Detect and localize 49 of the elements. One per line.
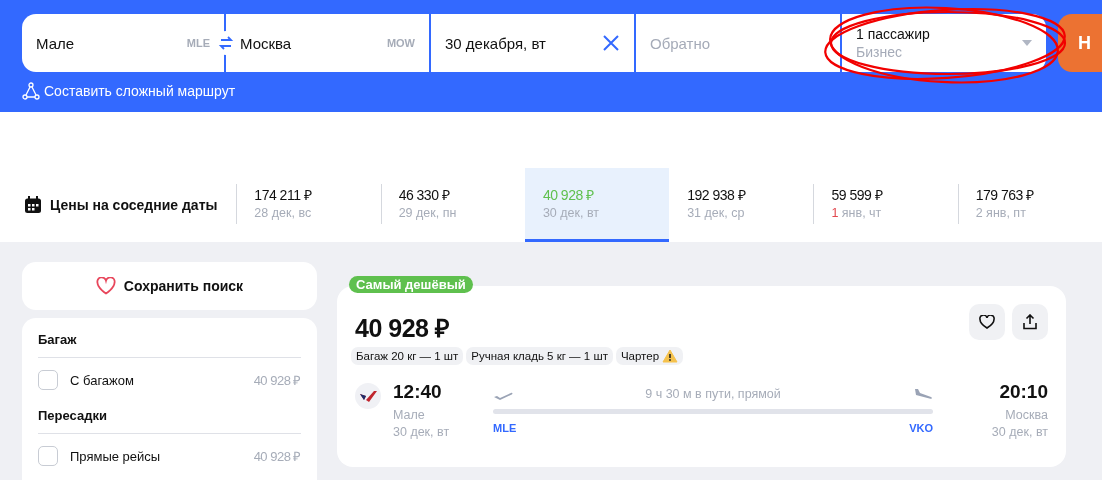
flight-time: 20:10 <box>999 381 1048 403</box>
airport-code: VKO <box>909 422 933 434</box>
flight-date: 30 дек, вт <box>393 424 451 441</box>
share-button[interactable] <box>1012 304 1048 340</box>
airport-code: MLE <box>493 422 517 434</box>
checkbox[interactable] <box>38 370 58 390</box>
save-search-button[interactable]: Сохранить поиск <box>22 262 317 310</box>
clear-icon <box>602 34 620 52</box>
ticket-tag: Багаж 20 кг — 1 шт <box>351 347 464 365</box>
date-price-tab[interactable]: 174 211 ₽ 28 дек, вс <box>236 168 381 242</box>
passengers-dropdown[interactable]: 1 пассажир Бизнес <box>842 14 1046 72</box>
date-price-tab[interactable]: 179 763 ₽ 2 янв, пт <box>957 168 1102 242</box>
calendar-icon <box>24 196 42 214</box>
favorite-button[interactable] <box>969 304 1005 340</box>
ticket-tag: Чартер <box>615 347 684 365</box>
flight-duration: 9 ч 30 м в пути, прямой <box>645 387 781 401</box>
destination-field[interactable]: Москва MOW <box>226 14 431 72</box>
filter-option[interactable]: С багажом 40 928 ₽ <box>38 370 301 390</box>
ticket-price: 40 928 ₽ <box>355 313 450 344</box>
origin-field[interactable]: Мале MLE <box>22 14 226 72</box>
date-input[interactable]: 30 декабря, вт <box>445 14 602 72</box>
checkbox[interactable] <box>38 446 58 466</box>
filter-heading: Багаж <box>38 332 301 358</box>
heart-icon <box>979 315 995 329</box>
date-price-tab[interactable]: 192 938 ₽ 31 дек, ср <box>669 168 814 242</box>
filter-option[interactable]: Прямые рейсы 40 928 ₽ <box>38 446 301 466</box>
date-price-tab[interactable]: 59 599 ₽ 1 янв, чт <box>813 168 958 242</box>
origin-input[interactable]: Мале <box>36 14 187 72</box>
heart-icon <box>95 277 116 295</box>
warning-icon <box>662 349 679 363</box>
plane-landing-icon <box>913 387 933 401</box>
cheapest-badge: Самый дешёвый <box>349 276 473 293</box>
flight-date: 30 дек, вт <box>991 424 1048 441</box>
airport-code: MOW <box>386 37 415 49</box>
share-icon <box>1022 314 1038 330</box>
ticket-tag: Ручная кладь 5 кг — 1 шт <box>466 347 613 365</box>
destination-input[interactable]: Москва <box>240 14 387 72</box>
date-field[interactable]: 30 декабря, вт <box>431 14 636 72</box>
route-icon <box>22 82 40 100</box>
city-name: Москва <box>1005 407 1048 424</box>
date-price-tab[interactable]: 46 330 ₽ 29 дек, пн <box>380 168 525 242</box>
caret-icon <box>1022 40 1032 46</box>
section-title: Цены на соседние даты <box>50 197 218 213</box>
airline-logo <box>355 383 381 409</box>
airport-code: MLE <box>186 37 210 49</box>
flight-time: 12:40 <box>393 381 443 403</box>
filter-heading: Пересадки <box>38 408 301 434</box>
city-name: Мале <box>393 407 426 424</box>
complex-route-link[interactable]: Составить сложный маршрут <box>22 82 236 100</box>
